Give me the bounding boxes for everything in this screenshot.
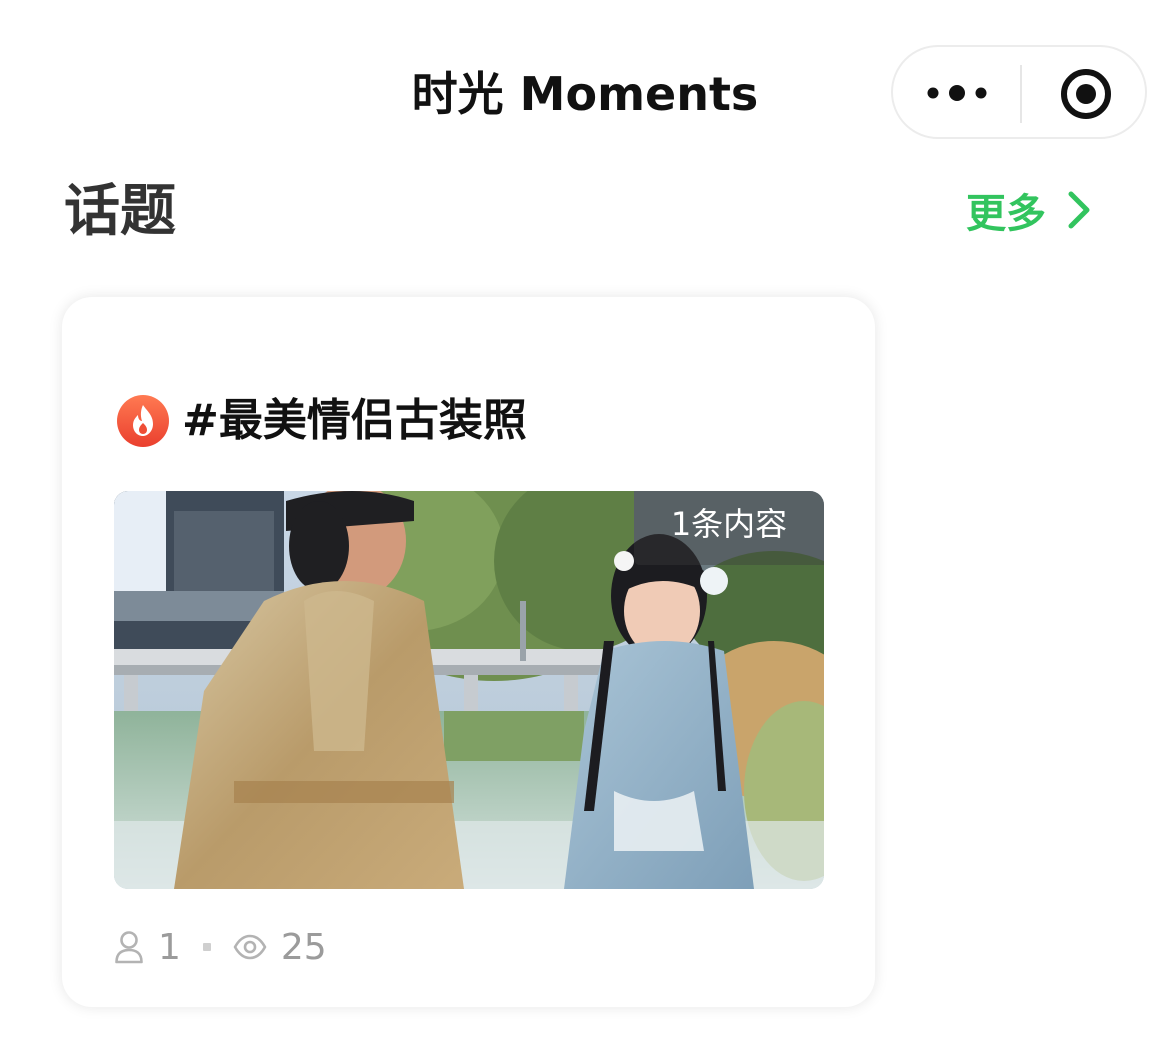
eye-icon	[233, 934, 267, 960]
topic-stats: 1 25	[114, 919, 327, 975]
more-link[interactable]: 更多	[966, 182, 1092, 238]
topic-title: #最美情侣古装照	[182, 395, 527, 446]
content-count-badge: 1条内容	[634, 491, 824, 565]
topic-header: #最美情侣古装照	[116, 391, 527, 451]
section-title: 话题	[64, 179, 176, 244]
mini-program-capsule	[891, 45, 1147, 139]
target-circle-icon[interactable]	[1059, 67, 1113, 121]
chevron-right-icon	[1068, 191, 1090, 229]
topic-cover-image[interactable]: 1条内容	[114, 491, 824, 889]
separator-dot	[202, 943, 211, 951]
capsule-divider	[1020, 65, 1022, 123]
fire-icon	[117, 395, 169, 447]
more-label: 更多	[966, 191, 1046, 237]
more-dots-icon[interactable]	[923, 71, 991, 115]
participants-count: 1	[158, 926, 181, 968]
views-count: 25	[280, 926, 327, 968]
topic-card[interactable]: #最美情侣古装照 1条内容 1 25	[62, 297, 875, 1007]
user-icon	[115, 931, 143, 964]
